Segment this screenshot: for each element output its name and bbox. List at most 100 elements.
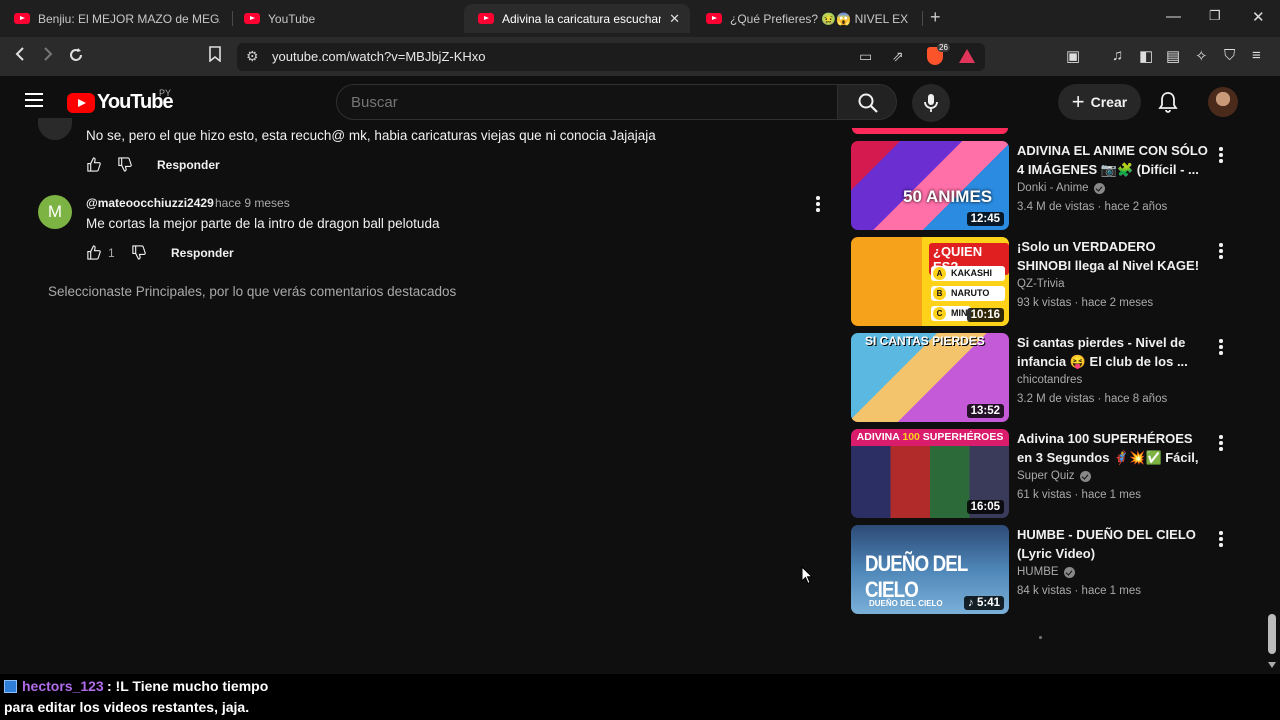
video-duration: 10:16 <box>966 308 1004 322</box>
video-menu-icon[interactable] <box>1219 435 1223 453</box>
tab-title: Adivina la caricatura escuchando <box>502 11 662 26</box>
sidebar-icon[interactable]: ◧ <box>1139 47 1153 65</box>
browser-tab-benjiu[interactable]: Benjiu: El MEJOR MAZO de MEGACA <box>0 4 230 33</box>
video-channel[interactable]: chicotandres <box>1017 374 1082 386</box>
youtube-logo[interactable]: YouTube <box>67 91 174 114</box>
leo-icon[interactable]: ✧ <box>1195 47 1208 65</box>
dislike-icon[interactable] <box>117 157 132 177</box>
youtube-play-icon <box>67 92 95 113</box>
reload-icon[interactable] <box>67 46 85 69</box>
reply-button[interactable]: Responder <box>171 246 234 260</box>
video-thumbnail[interactable]: 50 ANIMES 12:45 <box>851 141 1009 230</box>
video-menu-icon[interactable] <box>1219 339 1223 357</box>
video-meta: 84 k vistas · hace 1 mes <box>1017 585 1141 597</box>
account-avatar[interactable] <box>1208 87 1238 117</box>
video-menu-icon[interactable] <box>1219 147 1223 165</box>
video-title[interactable]: ADIVINA EL ANIME CON SÓLO 4 IMÁGENES 📷🧩 … <box>1017 142 1209 179</box>
comment-menu-icon[interactable] <box>816 196 820 214</box>
like-icon[interactable] <box>86 245 101 265</box>
video-channel[interactable]: HUMBE <box>1017 566 1075 578</box>
comment-author[interactable]: @mateoocchiuzzi2429 <box>86 196 214 210</box>
search-button[interactable] <box>837 84 897 120</box>
youtube-favicon-icon <box>478 13 494 24</box>
video-title[interactable]: Si cantas pierdes - Nivel de infancia 😝 … <box>1017 334 1209 371</box>
related-video[interactable]: DUEÑO DEL CIELO DUEÑO DEL CIELO ♪ 5:41 H… <box>851 525 1223 615</box>
youtube-favicon-icon <box>706 13 722 24</box>
related-video[interactable]: 50 ANIMES 12:45 ADIVINA EL ANIME CON SÓL… <box>851 141 1223 231</box>
channel-name: Donki - Anime <box>1017 182 1089 194</box>
voice-search-button[interactable] <box>912 84 950 122</box>
related-video[interactable]: SI CANTAS PIERDES 13:52 Si cantas pierde… <box>851 333 1223 423</box>
close-tab-icon[interactable]: ✕ <box>669 11 680 27</box>
search-box[interactable] <box>336 84 838 120</box>
back-icon[interactable] <box>14 46 26 67</box>
comment-time[interactable]: hace 9 meses <box>215 196 290 210</box>
search-input[interactable] <box>351 94 821 111</box>
search-icon <box>858 93 878 113</box>
verified-badge-icon <box>1063 566 1075 578</box>
mouse-cursor-icon <box>801 565 814 590</box>
share-icon[interactable]: ⇗ <box>892 48 904 65</box>
related-video[interactable]: ¿QUIEN ES? AKAKASHI BNARUTO CMIN 10:16 ¡… <box>851 237 1223 327</box>
guide-menu-icon[interactable] <box>25 93 43 107</box>
restore-icon[interactable]: ❐ <box>1209 8 1221 24</box>
video-thumbnail[interactable]: DUEÑO DEL CIELO DUEÑO DEL CIELO ♪ 5:41 <box>851 525 1009 614</box>
video-title[interactable]: ¡Solo un VERDADERO SHINOBI llega al Nive… <box>1017 238 1209 275</box>
brave-blocked-count: 26 <box>937 43 950 52</box>
vpn-shield-icon[interactable]: ⛉ <box>1224 47 1235 64</box>
window-close-icon[interactable]: ✕ <box>1252 8 1265 26</box>
address-bar[interactable]: ⚙ youtube.com/watch?v=MBJbjZ-KHxo ▭ ⇗ 26 <box>237 43 985 71</box>
channel-name: QZ-Trivia <box>1017 278 1065 290</box>
video-meta: 61 k vistas · hace 1 mes <box>1017 489 1141 501</box>
new-tab-button[interactable]: + <box>930 7 941 28</box>
video-thumbnail[interactable]: SI CANTAS PIERDES 13:52 <box>851 333 1009 422</box>
comment-text: Me cortas la mejor parte de la intro de … <box>86 216 440 231</box>
video-menu-icon[interactable] <box>1219 531 1223 549</box>
reply-button[interactable]: Responder <box>157 158 220 172</box>
browser-tab-youtube[interactable]: YouTube <box>230 4 460 33</box>
video-duration: 12:45 <box>966 212 1004 226</box>
bookmark-icon[interactable] <box>208 46 222 67</box>
comment-avatar[interactable]: M <box>38 195 72 229</box>
video-meta: 3.2 M de vistas · hace 8 años <box>1017 393 1168 405</box>
browser-tab-adivina[interactable]: Adivina la caricatura escuchando ✕ <box>464 4 690 33</box>
video-channel[interactable]: Donki - Anime <box>1017 182 1105 194</box>
forward-icon[interactable] <box>42 46 54 67</box>
like-icon[interactable] <box>86 157 101 177</box>
browser-tab-que-prefieres[interactable]: ¿Qué Prefieres? 🤢😱 NIVEL EXTREM <box>692 4 918 33</box>
media-icon[interactable]: ♫ <box>1112 47 1123 64</box>
tab-title: ¿Qué Prefieres? 🤢😱 NIVEL EXTREM <box>730 11 908 26</box>
video-channel[interactable]: Super Quiz <box>1017 470 1091 482</box>
reader-mode-icon[interactable]: ▣ <box>1066 47 1080 65</box>
channel-name: chicotandres <box>1017 374 1083 386</box>
brave-rewards-icon[interactable] <box>959 49 975 63</box>
comment-avatar[interactable] <box>38 118 72 140</box>
video-duration: 16:05 <box>966 500 1004 514</box>
site-settings-icon[interactable]: ⚙ <box>246 48 259 65</box>
notifications-bell-icon[interactable] <box>1158 91 1178 118</box>
wallet-icon[interactable]: ▤ <box>1166 47 1180 65</box>
create-button[interactable]: + Crear <box>1058 84 1141 120</box>
page-scrollbar-thumb[interactable] <box>1268 614 1276 654</box>
youtube-favicon-icon <box>14 13 30 24</box>
dislike-icon[interactable] <box>131 245 146 265</box>
scroll-down-arrow-icon[interactable] <box>1268 662 1276 668</box>
previous-video-thumbnail-edge[interactable] <box>852 128 1008 134</box>
related-video[interactable]: ADIVINA 100 SUPERHÉROES 16:05 Adivina 10… <box>851 429 1223 519</box>
browser-menu-icon[interactable]: ≡ <box>1252 47 1261 64</box>
video-menu-icon[interactable] <box>1219 243 1223 261</box>
video-title[interactable]: Adivina 100 SUPERHÉROES en 3 Segundos 🦸💥… <box>1017 430 1209 467</box>
chat-badge-icon <box>4 680 17 693</box>
tab-title: YouTube <box>268 11 316 26</box>
video-channel[interactable]: QZ-Trivia <box>1017 278 1064 290</box>
video-thumbnail[interactable]: ADIVINA 100 SUPERHÉROES 16:05 <box>851 429 1009 518</box>
verified-badge-icon <box>1093 182 1105 194</box>
video-title[interactable]: HUMBE - DUEÑO DEL CIELO (Lyric Video) <box>1017 526 1209 563</box>
create-label: Crear <box>1090 94 1128 110</box>
loading-indicator <box>1039 636 1042 639</box>
video-meta: 93 k vistas · hace 2 meses <box>1017 297 1154 309</box>
minimize-icon[interactable]: — <box>1166 8 1181 25</box>
video-thumbnail[interactable]: ¿QUIEN ES? AKAKASHI BNARUTO CMIN 10:16 <box>851 237 1009 326</box>
chat-overlay: hectors_123 : !L Tiene mucho tiempo para… <box>0 674 1280 720</box>
cast-icon[interactable]: ▭ <box>859 48 872 65</box>
